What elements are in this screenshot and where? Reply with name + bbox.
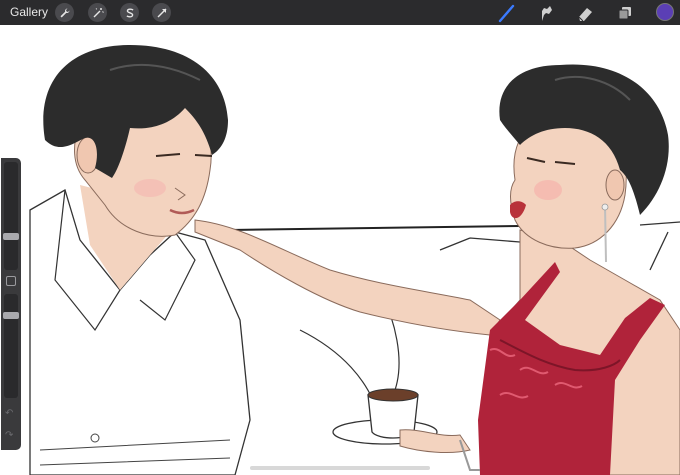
brush-size-slider[interactable]	[4, 162, 18, 270]
brush-icon[interactable]	[497, 3, 517, 23]
undo-icon[interactable]: ↶	[5, 408, 13, 419]
modify-button[interactable]	[6, 276, 16, 286]
smudge-icon[interactable]	[536, 3, 556, 23]
opacity-slider[interactable]	[4, 294, 18, 398]
gallery-button[interactable]: Gallery	[10, 4, 48, 21]
sidebar: ↶ ↷	[1, 158, 21, 450]
opacity-thumb[interactable]	[3, 311, 19, 319]
top-toolbar: Gallery	[0, 0, 680, 25]
color-swatch[interactable]	[656, 3, 674, 21]
transform-icon[interactable]	[152, 3, 171, 22]
home-indicator	[250, 466, 430, 470]
eraser-icon[interactable]	[575, 3, 595, 23]
magic-wand-icon[interactable]	[88, 3, 107, 22]
redo-icon[interactable]: ↷	[5, 430, 13, 441]
selection-icon[interactable]	[120, 3, 139, 22]
brush-size-thumb[interactable]	[3, 232, 19, 240]
drawing-canvas[interactable]	[0, 25, 680, 475]
wrench-icon[interactable]	[55, 3, 74, 22]
layers-icon[interactable]	[615, 3, 635, 23]
